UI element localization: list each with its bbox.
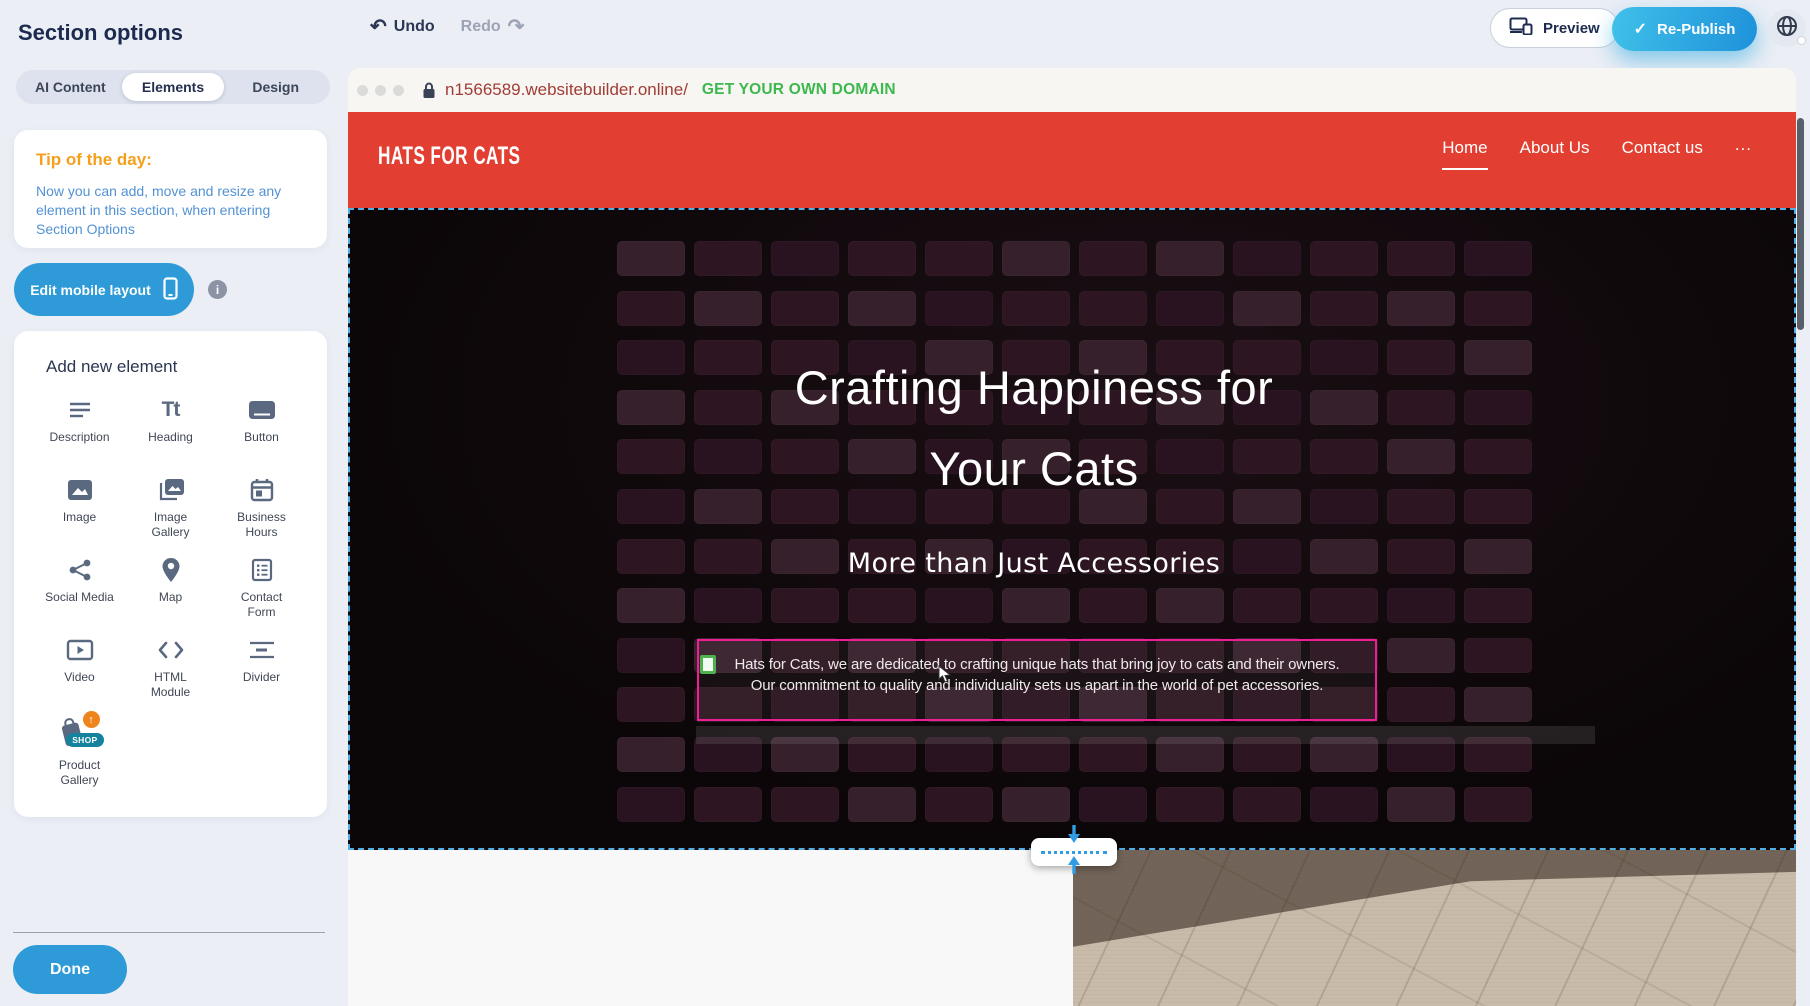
site-logo: HATS FOR CATS (378, 143, 520, 171)
undo-label: Undo (394, 18, 435, 36)
arrow-up-icon (1065, 855, 1083, 880)
site-preview-window: n1566589.websitebuilder.online/ GET YOUR… (348, 68, 1796, 1006)
add-element-contact-form[interactable]: Contact Form (216, 555, 307, 635)
add-element-html-module[interactable]: HTML Module (125, 635, 216, 715)
next-section-white-area (348, 850, 1073, 1006)
button-icon (247, 395, 277, 425)
code-icon (157, 635, 185, 665)
tip-title: Tip of the day: (36, 150, 305, 170)
nav-home[interactable]: Home (1442, 138, 1487, 170)
hero-heading[interactable]: Crafting Happiness forYour Cats (312, 348, 1756, 510)
preview-label: Preview (1543, 20, 1600, 37)
product-gallery-icon: ↑ SHOP (58, 715, 102, 753)
republish-button[interactable]: ✓ Re-Publish (1612, 7, 1757, 51)
nav-contact-us[interactable]: Contact us (1622, 138, 1703, 170)
handle-dashed-line (1041, 851, 1107, 854)
url-text[interactable]: n1566589.websitebuilder.online/ (445, 80, 688, 100)
nav-more-icon[interactable]: ... (1735, 135, 1752, 173)
nav-about-us[interactable]: About Us (1520, 138, 1590, 170)
calendar-icon (250, 475, 274, 505)
upgrade-arrow-icon: ↑ (83, 711, 100, 728)
edit-mobile-label: Edit mobile layout (30, 282, 151, 298)
done-button[interactable]: Done (13, 945, 127, 994)
website-builder-app: Section options ↶ Undo Redo ↷ Preview ✓ … (0, 0, 1810, 1006)
tip-body: Now you can add, move and resize any ele… (36, 182, 292, 239)
undo-icon: ↶ (370, 17, 387, 37)
hero-paragraph[interactable]: Hats for Cats, we are dedicated to craft… (659, 654, 1415, 696)
add-element-description[interactable]: Description (34, 395, 125, 475)
shop-badge: SHOP (66, 733, 103, 747)
redo-button[interactable]: Redo ↷ (461, 17, 525, 37)
heading-icon: Tt (162, 395, 180, 425)
language-globe-button[interactable] (1768, 9, 1806, 47)
sidebar-tabs: AI Content Elements Design (16, 70, 330, 104)
window-dots (357, 85, 404, 96)
divider-icon (248, 635, 276, 665)
tab-ai-content[interactable]: AI Content (19, 73, 122, 101)
add-element-heading[interactable]: Tt Heading (125, 395, 216, 475)
image-icon (67, 475, 93, 505)
tab-design[interactable]: Design (224, 73, 327, 101)
info-icon[interactable]: i (208, 280, 227, 299)
add-element-social-media[interactable]: Social Media (34, 555, 125, 635)
site-header[interactable]: HATS FOR CATS Home About Us Contact us .… (348, 112, 1796, 208)
arrow-down-icon (1065, 824, 1083, 849)
tip-of-the-day-card: Tip of the day: Now you can add, move an… (14, 130, 327, 248)
hero-subheading[interactable]: More than Just Accessories (312, 548, 1756, 579)
add-element-grid: Description Tt Heading Button Image (34, 395, 307, 795)
phone-icon (163, 277, 178, 303)
globe-icon (1775, 14, 1799, 43)
map-pin-icon (161, 555, 181, 585)
add-element-title: Add new element (46, 357, 307, 377)
add-element-button[interactable]: Button (216, 395, 307, 475)
browser-chrome-bar: n1566589.websitebuilder.online/ GET YOUR… (348, 68, 1796, 112)
globe-badge (1797, 36, 1806, 45)
share-icon (68, 555, 92, 585)
add-element-panel: Add new element Description Tt Heading B… (14, 331, 327, 817)
add-element-product-gallery[interactable]: ↑ SHOP Product Gallery (34, 715, 125, 795)
tab-elements[interactable]: Elements (122, 73, 225, 101)
add-element-map[interactable]: Map (125, 555, 216, 635)
lock-icon (422, 82, 436, 99)
sidebar-divider (13, 932, 325, 933)
redo-icon: ↷ (508, 17, 525, 37)
site-nav: Home About Us Contact us ... (1442, 135, 1752, 173)
add-element-image-gallery[interactable]: Image Gallery (125, 475, 216, 555)
add-element-video[interactable]: Video (34, 635, 125, 715)
add-element-business-hours[interactable]: Business Hours (216, 475, 307, 555)
add-element-image[interactable]: Image (34, 475, 125, 555)
next-section-photo (1073, 850, 1796, 1006)
edit-mobile-layout-button[interactable]: Edit mobile layout (14, 263, 194, 316)
mouse-cursor (938, 665, 952, 688)
redo-label: Redo (461, 18, 501, 36)
preview-button[interactable]: Preview (1490, 8, 1619, 48)
devices-icon (1509, 17, 1533, 39)
text-lines-icon (67, 395, 93, 425)
page-title: Section options (18, 20, 183, 46)
row-highlight (696, 726, 1595, 744)
paragraph-selection-box[interactable]: Hats for Cats, we are dedicated to craft… (697, 639, 1377, 721)
add-element-divider[interactable]: Divider (216, 635, 307, 715)
section-resize-handle[interactable] (1031, 838, 1117, 866)
undo-button[interactable]: ↶ Undo (370, 17, 435, 37)
undo-redo-group: ↶ Undo Redo ↷ (370, 17, 524, 37)
hero-section-selected[interactable]: Crafting Happiness forYour Cats More tha… (348, 208, 1796, 850)
preview-scrollbar[interactable] (1797, 118, 1804, 330)
get-domain-link[interactable]: GET YOUR OWN DOMAIN (702, 81, 896, 99)
form-icon (251, 555, 273, 585)
republish-label: Re-Publish (1657, 21, 1735, 38)
image-gallery-icon (157, 475, 185, 505)
video-icon (66, 635, 94, 665)
check-icon: ✓ (1634, 19, 1647, 39)
